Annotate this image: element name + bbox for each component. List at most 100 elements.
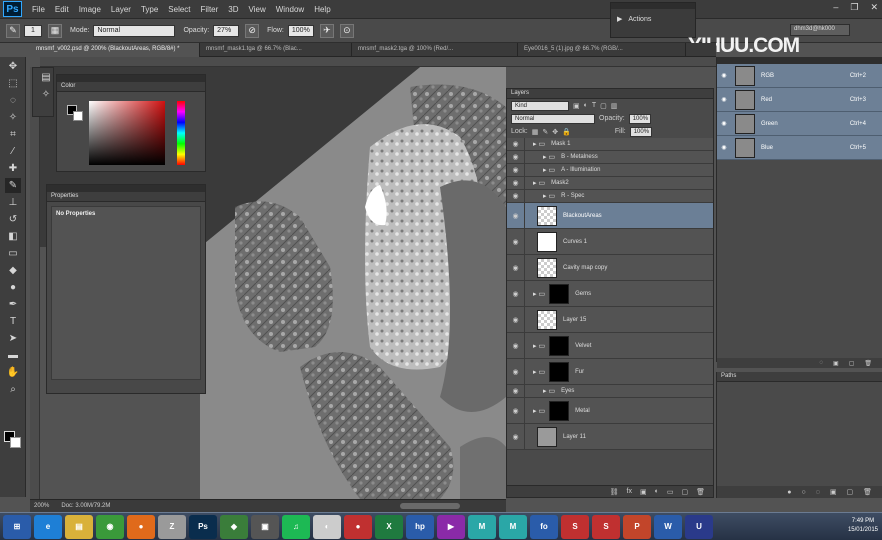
- app-icon-3[interactable]: ◐: [313, 514, 341, 539]
- maya-icon[interactable]: M: [468, 514, 496, 539]
- document-tab[interactable]: mnsmf_mask2.tga @ 100% (Red/...: [352, 43, 518, 57]
- folder-icon[interactable]: ▸ ▭: [533, 342, 545, 350]
- zoom-tool-icon[interactable]: ⌕: [5, 382, 21, 397]
- properties-panel-title[interactable]: Properties: [47, 192, 205, 202]
- layer-row[interactable]: ◉ ▸ ▭ Mask 1: [507, 138, 713, 151]
- link-icon[interactable]: ⛓: [610, 488, 619, 496]
- hp-icon[interactable]: hp: [406, 514, 434, 539]
- stroke-path-icon[interactable]: ○: [801, 489, 805, 496]
- menu-help[interactable]: Help: [314, 5, 330, 14]
- layer-row[interactable]: ◉ ▸ ▭ R - Spec: [507, 190, 713, 203]
- firefox-icon[interactable]: ●: [127, 514, 155, 539]
- trash-icon[interactable]: 🗑: [696, 488, 705, 496]
- eye-icon[interactable]: ◉: [507, 190, 525, 202]
- delete-path-icon[interactable]: 🗑: [863, 488, 872, 496]
- app-icon-4[interactable]: ●: [344, 514, 372, 539]
- folder-icon[interactable]: ▸ ▭: [533, 140, 545, 148]
- folder-icon[interactable]: ▸ ▭: [533, 290, 545, 298]
- filter-shape-icon[interactable]: ▢: [600, 102, 607, 110]
- filter-pixel-icon[interactable]: ▣: [573, 102, 580, 110]
- adjustment-icon[interactable]: ◐: [655, 488, 659, 495]
- pen-tool-icon[interactable]: ✒: [5, 297, 21, 312]
- excel-icon[interactable]: X: [375, 514, 403, 539]
- eye-icon[interactable]: ◉: [507, 359, 525, 384]
- explorer-icon[interactable]: ▤: [65, 514, 93, 539]
- dodge-tool-icon[interactable]: ●: [5, 280, 21, 295]
- layer-row[interactable]: ◉ ▸ ▭ Gems: [507, 281, 713, 307]
- document-tab[interactable]: mnsmf_mask1.tga @ 66.7% (Blac...: [200, 43, 352, 57]
- layer-row[interactable]: ◉ ▸ ▭ A - Illumination: [507, 164, 713, 177]
- layer-thumbnail[interactable]: [537, 426, 557, 447]
- maximize-button[interactable]: ❐: [850, 2, 858, 13]
- layer-row[interactable]: ◉ Layer 15: [507, 307, 713, 333]
- menu-filter[interactable]: Filter: [201, 5, 219, 14]
- filter-type-icon[interactable]: T: [592, 102, 596, 109]
- healing-tool-icon[interactable]: ✚: [5, 161, 21, 176]
- eye-icon[interactable]: ◉: [717, 72, 731, 79]
- filter-smart-icon[interactable]: ▥: [611, 102, 618, 110]
- channel-row[interactable]: ◉ RGB Ctrl+2: [717, 64, 882, 88]
- app-icon-6[interactable]: fo: [530, 514, 558, 539]
- lock-all-icon[interactable]: 🔒: [562, 128, 571, 136]
- history-brush-tool-icon[interactable]: ↺: [5, 212, 21, 227]
- fx-icon[interactable]: fx: [627, 488, 632, 495]
- minimize-button[interactable]: –: [833, 2, 838, 13]
- menu-image[interactable]: Image: [79, 5, 101, 14]
- app-icon-5[interactable]: ▶: [437, 514, 465, 539]
- pressure-opacity-icon[interactable]: ⊘: [245, 23, 260, 38]
- paths-panel-title[interactable]: Paths: [717, 372, 882, 382]
- folder-icon[interactable]: ▸ ▭: [543, 192, 555, 200]
- zoom-level[interactable]: 200%: [34, 503, 49, 509]
- brush-size-field[interactable]: 1: [24, 24, 42, 37]
- menu-layer[interactable]: Layer: [111, 5, 131, 14]
- blur-tool-icon[interactable]: ◆: [5, 263, 21, 278]
- play-icon[interactable]: ▶: [617, 15, 622, 23]
- new-layer-icon[interactable]: ▢: [681, 488, 688, 496]
- history-panel-icon[interactable]: ▤: [38, 70, 54, 85]
- add-mask-icon[interactable]: ▣: [830, 488, 837, 496]
- layer-row[interactable]: ◉ Layer 11: [507, 424, 713, 450]
- zbrush-icon[interactable]: Z: [158, 514, 186, 539]
- app-icon-7[interactable]: S: [561, 514, 589, 539]
- horizontal-ruler[interactable]: [40, 57, 716, 67]
- eye-icon[interactable]: ◉: [507, 138, 525, 150]
- app-icon-8[interactable]: S: [592, 514, 620, 539]
- layer-row[interactable]: ◉ Cavity map copy: [507, 255, 713, 281]
- hand-tool-icon[interactable]: ✋: [5, 365, 21, 380]
- menu-file[interactable]: File: [32, 5, 45, 14]
- eye-icon[interactable]: ◉: [507, 177, 525, 189]
- layer-opacity-field[interactable]: 100%: [628, 113, 651, 124]
- menu-edit[interactable]: Edit: [55, 5, 69, 14]
- hue-slider[interactable]: [177, 101, 185, 165]
- folder-icon[interactable]: ▸ ▭: [543, 153, 555, 161]
- lasso-tool-icon[interactable]: ◌: [5, 93, 21, 108]
- eye-icon[interactable]: ◉: [507, 151, 525, 163]
- type-tool-icon[interactable]: T: [5, 314, 21, 329]
- color-picker-field[interactable]: [89, 101, 165, 165]
- color-background-swatch[interactable]: [73, 111, 83, 121]
- new-path-icon[interactable]: ▢: [846, 488, 853, 496]
- spotify-icon[interactable]: ♫: [282, 514, 310, 539]
- eraser-tool-icon[interactable]: ◧: [5, 229, 21, 244]
- folder-icon[interactable]: ▭: [667, 488, 674, 496]
- opacity-field[interactable]: 27%: [213, 24, 240, 37]
- lock-transparent-icon[interactable]: ▦: [532, 128, 539, 136]
- flow-field[interactable]: 100%: [287, 24, 314, 37]
- eye-icon[interactable]: ◉: [507, 255, 525, 280]
- vertical-ruler[interactable]: [30, 67, 40, 499]
- layer-thumbnail[interactable]: [537, 231, 557, 252]
- menu-type[interactable]: Type: [141, 5, 158, 14]
- eye-icon[interactable]: ◉: [507, 229, 525, 254]
- layer-row[interactable]: ◉ ▸ ▭ B - Metalness: [507, 151, 713, 164]
- eyedropper-tool-icon[interactable]: ⁄: [5, 144, 21, 159]
- layer-row[interactable]: ◉ ▸ ▭ Velvet: [507, 333, 713, 359]
- save-selection-icon[interactable]: ▣: [833, 360, 839, 367]
- lock-position-icon[interactable]: ✥: [552, 128, 558, 136]
- folder-icon[interactable]: ▸ ▭: [533, 407, 545, 415]
- blend-mode-select[interactable]: Normal: [511, 113, 595, 124]
- layer-row[interactable]: ◉ ▸ ▭ Fur: [507, 359, 713, 385]
- powerpoint-icon[interactable]: P: [623, 514, 651, 539]
- layer-filter-select[interactable]: Kind: [511, 100, 569, 111]
- move-tool-icon[interactable]: ✥: [5, 59, 21, 74]
- path-to-selection-icon[interactable]: ◌: [816, 489, 820, 496]
